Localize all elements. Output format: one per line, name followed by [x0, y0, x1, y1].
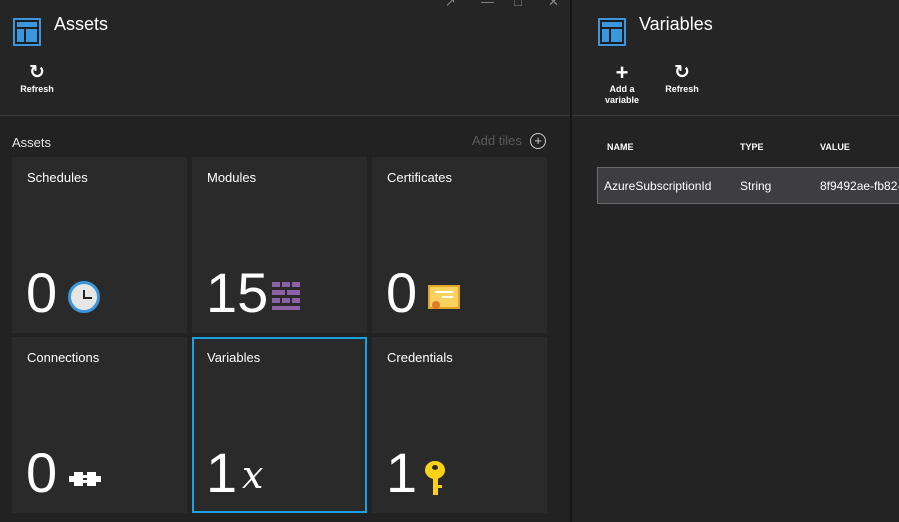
refresh-button[interactable]: ↻ Refresh	[657, 62, 707, 95]
variable-x-icon: x	[242, 453, 264, 497]
tile-count: 15	[206, 261, 269, 324]
clock-icon	[68, 281, 100, 313]
certificate-icon	[428, 285, 460, 309]
add-variable-button[interactable]: + Add a variable	[597, 62, 647, 106]
variables-blade: Variables + Add a variable ↻ Refresh NAM…	[572, 0, 899, 522]
column-header-type[interactable]: TYPE	[740, 142, 764, 152]
add-circle-icon[interactable]: +	[530, 133, 546, 149]
refresh-label: Refresh	[20, 84, 54, 94]
assets-section-title: Assets	[12, 135, 52, 150]
tile-label: Schedules	[27, 170, 88, 185]
cell-name: AzureSubscriptionId	[604, 179, 712, 193]
add-variable-label-line2: variable	[604, 95, 640, 105]
cell-value: 8f9492ae-fb82-	[820, 179, 899, 193]
column-header-value[interactable]: VALUE	[820, 142, 850, 152]
tile-label: Certificates	[387, 170, 453, 185]
minimize-icon[interactable]: —	[481, 0, 494, 9]
tile-certificates[interactable]: Certificates 0	[372, 157, 547, 333]
plug-icon	[69, 472, 101, 486]
tile-count: 0	[26, 441, 58, 504]
tile-count: 0	[26, 261, 58, 324]
tile-variables[interactable]: Variables 1 x	[192, 337, 367, 513]
refresh-icon: ↻	[29, 62, 45, 83]
tile-schedules[interactable]: Schedules 0	[12, 157, 187, 333]
refresh-button[interactable]: ↻ Refresh	[12, 62, 62, 95]
table-row[interactable]: AzureSubscriptionId String 8f9492ae-fb82…	[597, 167, 899, 204]
tile-label: Variables	[207, 350, 261, 365]
tile-label: Credentials	[387, 350, 453, 365]
tile-count: 1	[386, 441, 418, 504]
key-icon	[425, 461, 445, 497]
assets-blade: Assets ↗ — □ ✕ ↻ Refresh Assets Add tile…	[0, 0, 570, 522]
tile-label: Connections	[27, 350, 100, 365]
tile-modules[interactable]: Modules 15	[192, 157, 367, 333]
tile-count: 1	[206, 441, 238, 504]
refresh-label: Refresh	[665, 84, 699, 94]
add-tiles-link[interactable]: Add tiles	[472, 133, 522, 148]
blade-icon	[598, 18, 626, 46]
pin-icon[interactable]: ↗	[445, 0, 456, 10]
column-header-name[interactable]: NAME	[607, 142, 634, 152]
refresh-icon: ↻	[674, 62, 690, 83]
tile-label: Modules	[207, 170, 257, 185]
maximize-icon[interactable]: □	[514, 0, 522, 9]
tile-credentials[interactable]: Credentials 1	[372, 337, 547, 513]
variables-blade-title: Variables	[639, 14, 713, 34]
blade-icon	[13, 18, 41, 46]
add-variable-label-line1: Add a	[609, 84, 635, 94]
assets-blade-title: Assets	[54, 14, 109, 34]
tile-count: 0	[386, 261, 418, 324]
tile-connections[interactable]: Connections 0	[12, 337, 187, 513]
close-icon[interactable]: ✕	[548, 0, 559, 10]
modules-icon	[272, 281, 302, 310]
cell-type: String	[740, 179, 772, 193]
variables-blade-header: Variables + Add a variable ↻ Refresh	[572, 0, 899, 116]
assets-blade-header: Assets ↗ — □ ✕ ↻ Refresh	[0, 0, 570, 116]
plus-icon: +	[615, 60, 629, 85]
